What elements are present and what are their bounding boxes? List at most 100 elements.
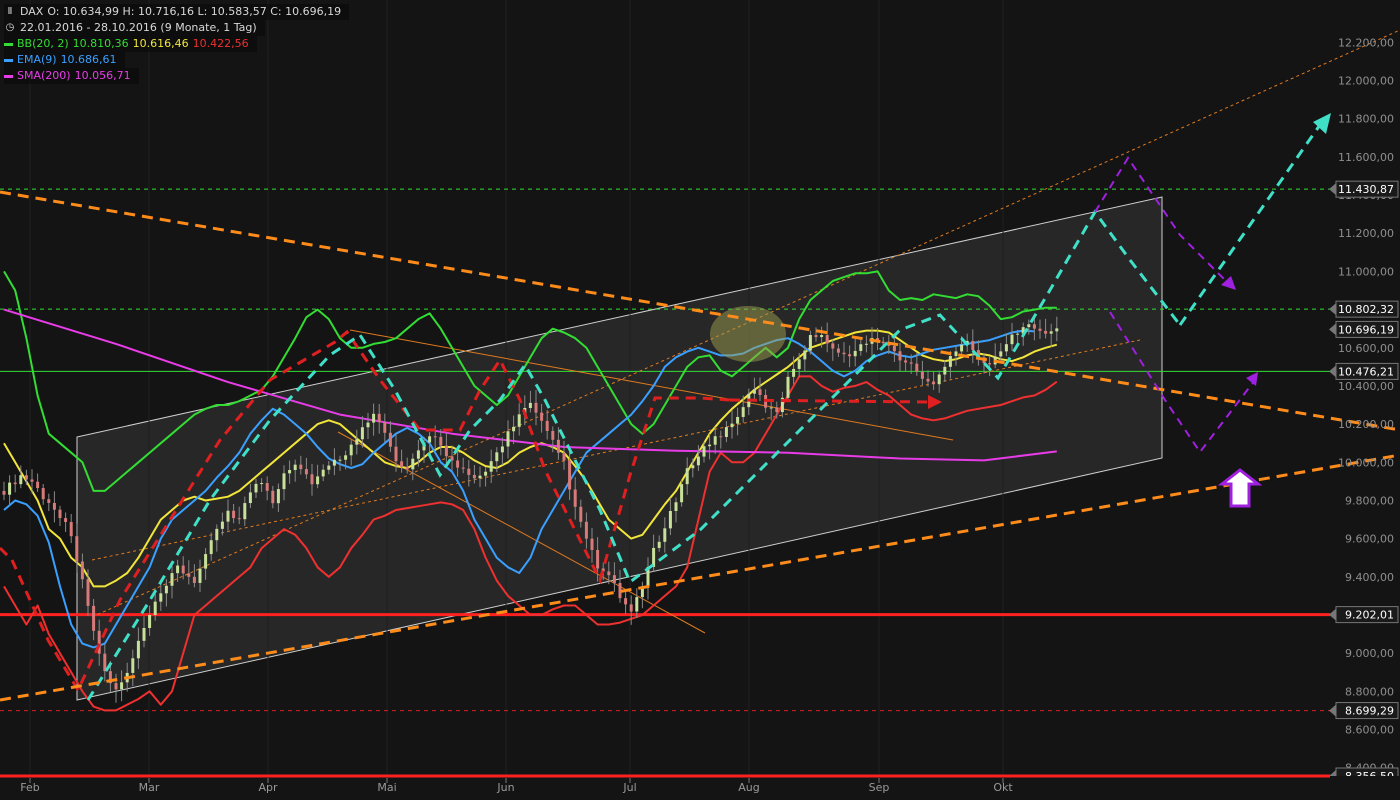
indicator-value: 10.056,71	[74, 69, 131, 82]
candle-body	[932, 381, 936, 385]
candle-body	[282, 473, 286, 490]
candle-body	[786, 376, 790, 398]
legend-row-indicator: BB(20, 2) 10.810,36 10.616,46 10.422,56	[4, 36, 257, 52]
candle-body	[864, 343, 868, 345]
candle-body	[629, 604, 633, 612]
candle-body	[377, 413, 381, 423]
candle-body	[1004, 344, 1008, 352]
candle-body	[1055, 328, 1059, 332]
candle-body	[411, 458, 415, 470]
x-axis-tick-label: Feb	[20, 781, 39, 794]
legend-symbol: DAX	[20, 5, 44, 18]
indicator-name: BB(20, 2)	[17, 37, 69, 50]
candle-body	[159, 593, 163, 602]
candle-body	[960, 344, 964, 352]
candle-body	[489, 461, 493, 472]
candle-body	[349, 444, 353, 456]
candle-body	[92, 605, 96, 631]
x-axis-tick-label: Okt	[993, 781, 1013, 794]
candle-body	[2, 490, 6, 495]
y-axis-tick-label: 11.200,00	[1338, 227, 1394, 240]
candle-body	[797, 359, 801, 369]
candle-body	[1038, 328, 1042, 331]
candle-body	[30, 479, 34, 482]
candle-body	[988, 363, 992, 365]
candle-body	[316, 476, 320, 485]
y-axis-tick-label: 8.600,00	[1345, 724, 1394, 737]
candle-body	[724, 427, 728, 437]
candle-body	[13, 482, 17, 485]
candle-body	[741, 407, 745, 417]
candle-body	[142, 628, 146, 641]
candle-body	[999, 351, 1003, 357]
x-axis-band	[0, 776, 1400, 800]
y-axis-tick-label: 10.600,00	[1338, 342, 1394, 355]
candle-body	[433, 436, 437, 438]
candle-body	[674, 502, 678, 512]
candle-body	[596, 549, 600, 569]
chart-legend: Ⅱ DAX O: 10.634,99 H: 10.716,16 L: 10.58…	[4, 4, 350, 84]
x-axis-tick-label: Aug	[738, 781, 759, 794]
candle-body	[579, 506, 583, 522]
candle-body	[304, 469, 308, 475]
candle-body	[803, 350, 807, 360]
indicator-name: EMA(9)	[17, 53, 57, 66]
candle-body	[243, 503, 247, 520]
candle-body	[713, 436, 717, 445]
x-axis-tick-label: Sep	[869, 781, 890, 794]
candle-body	[909, 362, 913, 364]
candle-body	[69, 522, 73, 537]
y-axis-tick-label: 11.800,00	[1338, 113, 1394, 126]
candle-body	[551, 430, 555, 440]
candle-body	[394, 446, 398, 462]
candle-body	[327, 465, 331, 470]
y-axis-tick-label: 9.400,00	[1345, 571, 1394, 584]
candle-body	[321, 469, 325, 477]
candle-body	[153, 601, 157, 615]
x-axis-tick-label: Apr	[258, 781, 278, 794]
candle-body	[528, 402, 532, 408]
candle-body	[271, 490, 275, 504]
y-axis-tick-label: 10.200,00	[1338, 418, 1394, 431]
candle-body	[1044, 330, 1048, 334]
y-axis-tick-label: 9.600,00	[1345, 533, 1394, 546]
price-tag-label: 8.699,29	[1345, 705, 1394, 718]
candle-body	[635, 597, 639, 612]
candle-body	[769, 407, 773, 409]
candle-body	[775, 407, 779, 413]
y-axis-tick-label: 12.200,00	[1338, 36, 1394, 49]
y-axis-tick-label: 8.800,00	[1345, 685, 1394, 698]
y-axis-tick-label: 10.000,00	[1338, 456, 1394, 469]
candle-body	[472, 474, 476, 479]
candle-body	[215, 528, 219, 541]
candle-body	[719, 436, 723, 438]
candle-body	[181, 565, 185, 574]
price-tag-label: 11.430,87	[1338, 183, 1394, 196]
legend-row-indicator: EMA(9) 10.686,61	[4, 52, 125, 68]
candle-body	[456, 460, 460, 468]
price-chart[interactable]: 8.400,008.600,008.800,009.000,009.200,00…	[0, 0, 1400, 800]
indicator-value: 10.422,56	[192, 37, 249, 50]
candle-body	[512, 426, 516, 432]
candle-body	[590, 538, 594, 550]
candle-body	[36, 481, 40, 489]
indicator-value: 10.810,36	[72, 37, 129, 50]
candle-body	[736, 416, 740, 424]
candle-body	[400, 461, 404, 468]
candle-body	[64, 518, 68, 523]
candle-body	[52, 502, 56, 510]
candle-body	[8, 482, 12, 495]
candle-body	[248, 492, 252, 504]
candle-body	[444, 445, 448, 457]
candle-body	[428, 436, 432, 443]
candle-body	[192, 576, 196, 583]
indicator-swatch	[4, 74, 13, 78]
candle-body	[568, 460, 572, 490]
candle-body	[573, 489, 577, 507]
candle-body	[937, 374, 941, 385]
candle-body	[136, 640, 140, 659]
candle-body	[853, 350, 857, 357]
indicator-name: SMA(200)	[17, 69, 71, 82]
legend-ohlc: O: 10.634,99 H: 10.716,16 L: 10.583,57 C…	[47, 5, 342, 18]
candle-body	[948, 355, 952, 367]
